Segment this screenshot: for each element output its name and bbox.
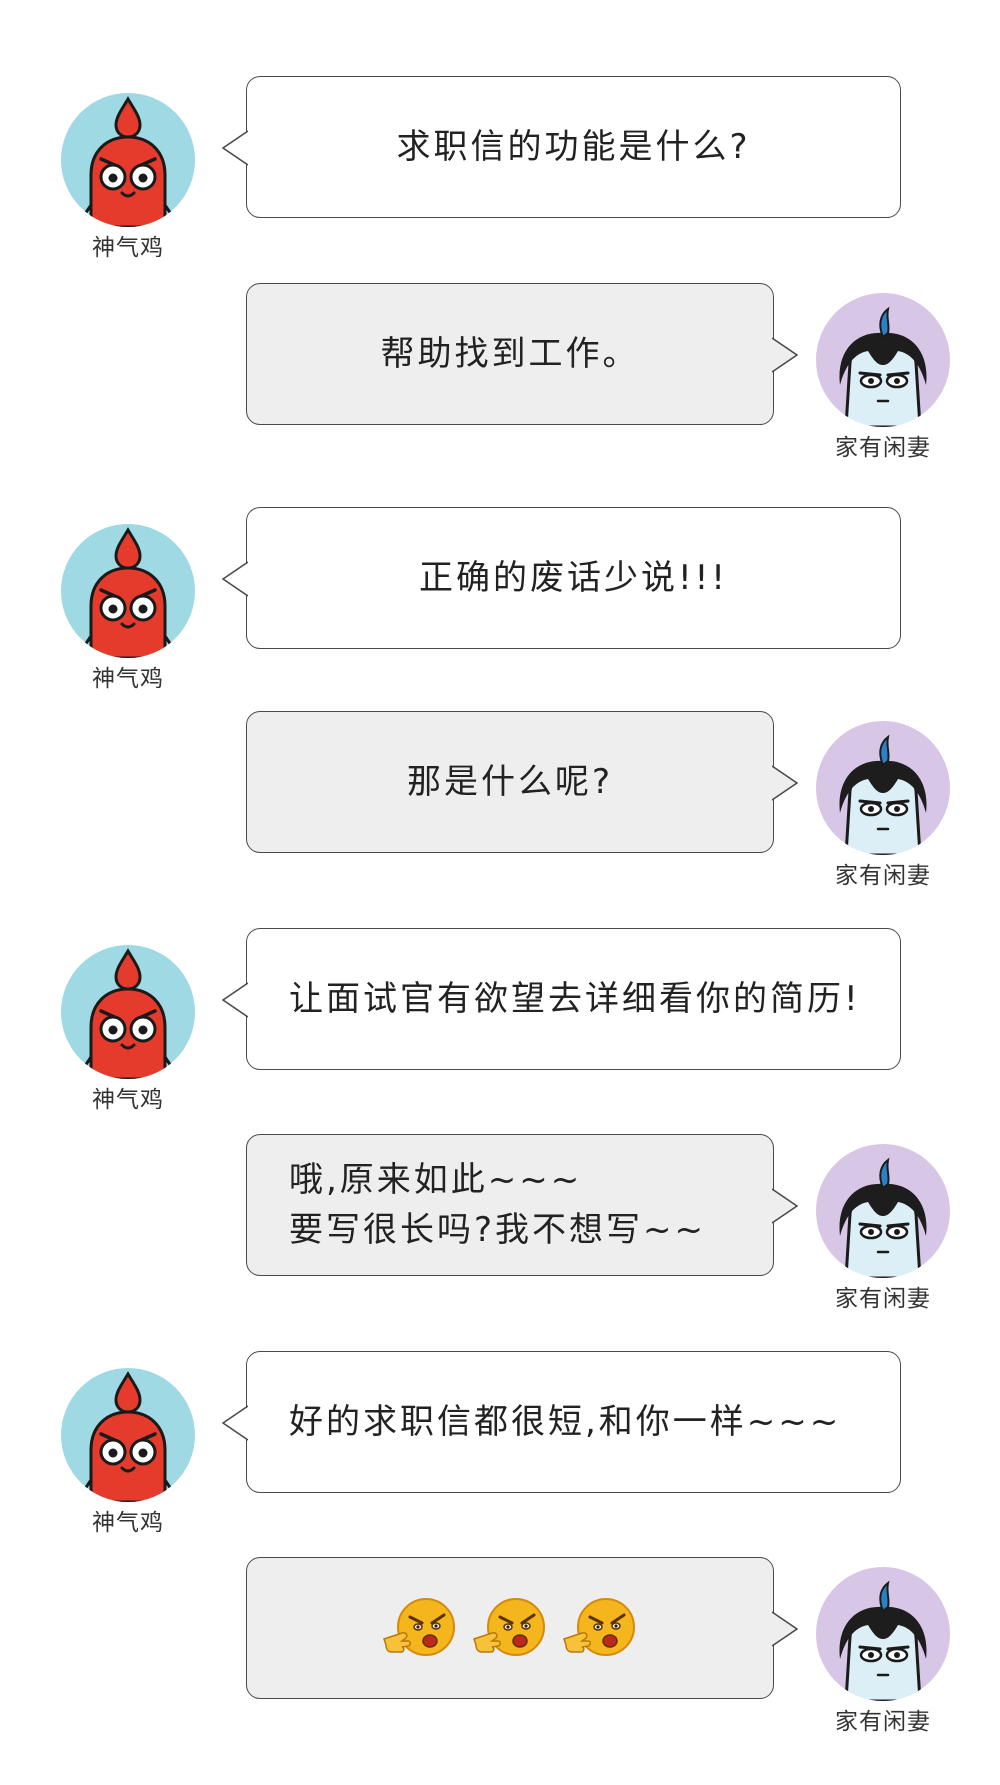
speaker-name: 家有闲妻 <box>835 863 931 889</box>
message-bubble[interactable] <box>246 1557 798 1699</box>
speaker-name: 神气鸡 <box>92 1087 164 1113</box>
speaker-name: 家有闲妻 <box>835 1709 931 1735</box>
rooster-avatar-icon[interactable] <box>61 93 195 227</box>
chat-row-1: 神气鸡 求职信的功能是什么? <box>0 76 1000 261</box>
speaker-name: 神气鸡 <box>92 666 164 692</box>
message-text: 那是什么呢? <box>406 762 614 802</box>
message-bubble[interactable]: 哦,原来如此~~~ 要写很长吗?我不想写~~ <box>246 1134 798 1276</box>
speaker-name: 家有闲妻 <box>835 1286 931 1312</box>
message-text: 求职信的功能是什么? <box>396 127 751 167</box>
message-text: 哦,原来如此~~~ 要写很长吗?我不想写~~ <box>289 1160 707 1250</box>
message-bubble[interactable]: 求职信的功能是什么? <box>222 76 901 218</box>
chat-row-7: 神气鸡 好的求职信都很短,和你一样~~~ <box>0 1351 1000 1536</box>
message-bubble[interactable]: 帮助找到工作。 <box>246 283 798 425</box>
wife-avatar-icon[interactable] <box>816 1144 950 1278</box>
rooster-avatar-icon[interactable] <box>61 1368 195 1502</box>
message-bubble[interactable]: 让面试官有欲望去详细看你的简历! <box>222 928 901 1070</box>
speaker-name: 家有闲妻 <box>835 435 931 461</box>
message-text: 让面试官有欲望去详细看你的简历! <box>289 979 861 1019</box>
message-bubble[interactable]: 正确的废话少说!!! <box>222 507 901 649</box>
wife-avatar-icon[interactable] <box>816 721 950 855</box>
emoji-group <box>247 1558 773 1698</box>
chat-row-3: 神气鸡 正确的废话少说!!! <box>0 507 1000 692</box>
chat-row-8: 家有闲妻 <box>0 1557 1000 1735</box>
wife-avatar-icon[interactable] <box>816 1567 950 1701</box>
wife-avatar-icon[interactable] <box>816 293 950 427</box>
chat-row-6: 家有闲妻 哦,原来如此~~~ 要写很长吗?我不想写~~ <box>0 1134 1000 1312</box>
angry-pointing-emoji-icon <box>560 1593 640 1663</box>
message-bubble[interactable]: 那是什么呢? <box>246 711 798 853</box>
speaker-name: 神气鸡 <box>92 235 164 261</box>
angry-pointing-emoji-icon <box>470 1593 550 1663</box>
message-text: 好的求职信都很短,和你一样~~~ <box>289 1402 842 1442</box>
chat-row-2: 家有闲妻 帮助找到工作。 <box>0 283 1000 461</box>
chat-row-4: 家有闲妻 那是什么呢? <box>0 711 1000 889</box>
rooster-avatar-icon[interactable] <box>61 945 195 1079</box>
message-text: 正确的废话少说!!! <box>419 558 728 598</box>
message-bubble[interactable]: 好的求职信都很短,和你一样~~~ <box>222 1351 901 1493</box>
rooster-avatar-icon[interactable] <box>61 524 195 658</box>
angry-pointing-emoji-icon <box>380 1593 460 1663</box>
message-text: 帮助找到工作。 <box>380 334 640 374</box>
chat-row-5: 神气鸡 让面试官有欲望去详细看你的简历! <box>0 928 1000 1113</box>
speaker-name: 神气鸡 <box>92 1510 164 1536</box>
